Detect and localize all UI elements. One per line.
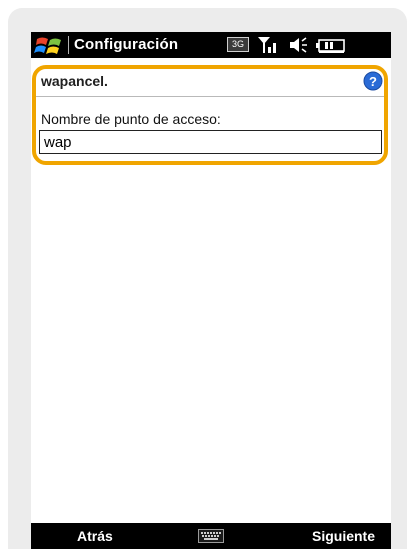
keyboard-icon[interactable] [198,529,224,543]
title-bar: Configuración 3G [31,32,391,58]
volume-icon[interactable] [288,35,310,60]
signal-strength-icon[interactable] [257,35,283,60]
network-3g-badge: 3G [227,37,249,52]
settings-header-title: wapancel. [41,73,108,89]
access-point-name-input[interactable] [39,130,382,154]
title-separator [68,36,69,54]
access-point-name-label: Nombre de punto de acceso: [41,111,221,127]
battery-icon[interactable] [315,35,347,60]
next-softkey[interactable]: Siguiente [312,528,375,544]
phone-screen: Configuración 3G wapancel. ? Nombre de p… [31,32,391,549]
back-softkey[interactable]: Atrás [77,528,113,544]
settings-header: wapancel. ? [35,66,387,97]
softkey-bar: Atrás Siguiente [31,523,391,549]
help-icon[interactable]: ? [363,71,383,91]
window-title: Configuración [74,36,179,53]
svg-text:?: ? [369,74,377,89]
windows-start-icon[interactable] [33,33,67,57]
